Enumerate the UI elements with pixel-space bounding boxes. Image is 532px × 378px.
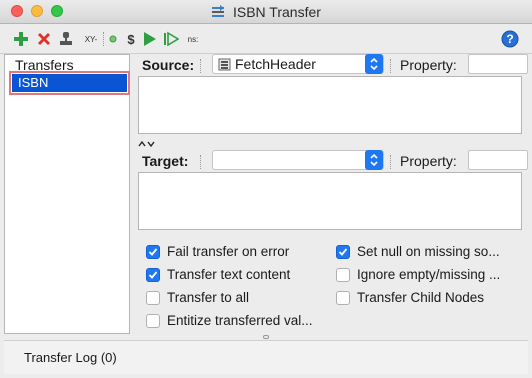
source-property-label: Property: [400,57,457,73]
option-label: Set null on missing so... [357,244,500,259]
source-path-editor[interactable] [138,76,522,134]
target-property-label: Property: [400,153,457,169]
separator [390,155,391,169]
toolbar: XY- $ ns: ? [0,24,532,54]
transfers-list[interactable]: ISBN [5,71,130,334]
resize-grip-icon[interactable] [263,335,269,339]
play-icon[interactable] [142,29,158,49]
run-option-icon[interactable] [108,29,118,49]
transfer-icon [212,5,225,17]
transfer-log-label: Transfer Log (0) [24,350,117,365]
datasource-icon [218,58,231,71]
transfer-detail-panel: Source: FetchHeader Property: Target: Pr… [132,54,528,334]
option-label: Entitize transferred val... [167,313,313,328]
checkbox-unchecked[interactable] [146,313,160,328]
separator [390,59,391,73]
transfers-header: Transfers [15,57,74,73]
window-title: ISBN Transfer [232,4,321,20]
checkbox-unchecked[interactable] [336,267,350,282]
option-transfer-child-nodes[interactable]: Transfer Child Nodes [336,290,484,305]
chevron-updown-icon[interactable] [365,54,383,74]
target-property-field[interactable] [468,150,528,170]
xy-icon[interactable]: XY- [80,29,102,49]
delete-icon[interactable] [35,29,53,49]
separator [200,155,201,169]
option-label: Fail transfer on error [167,244,290,259]
window-title-wrap: ISBN Transfer [0,4,532,20]
checkbox-unchecked[interactable] [336,290,350,305]
option-label: Ignore empty/missing ... [357,267,501,282]
source-label: Source: [142,57,195,73]
option-fail-transfer[interactable]: Fail transfer on error [146,244,289,259]
target-select[interactable] [212,150,384,170]
transfer-log-tab[interactable]: Transfer Log (0) [4,340,528,374]
title-bar: ISBN Transfer [0,0,532,24]
help-icon[interactable]: ? [500,29,520,49]
add-icon[interactable] [12,29,30,49]
option-transfer-all[interactable]: Transfer to all [146,290,249,305]
checkbox-checked[interactable] [146,267,160,282]
checkbox-unchecked[interactable] [146,290,160,305]
namespace-icon[interactable]: ns: [184,29,202,49]
option-label: Transfer Child Nodes [357,290,485,305]
checkbox-checked[interactable] [336,244,350,259]
splitter-toggle-icon[interactable] [138,140,156,150]
checkbox-checked[interactable] [146,244,160,259]
source-select[interactable]: FetchHeader [212,54,384,74]
option-set-null[interactable]: Set null on missing so... [336,244,500,259]
chevron-updown-icon[interactable] [365,150,383,170]
transfers-panel: Transfers ISBN [4,54,130,334]
transfer-window: ISBN Transfer XY- $ ns: ? Transfers ISBN… [0,0,532,378]
toolbar-separator [103,32,104,46]
target-label: Target: [142,153,189,169]
option-label: Transfer text content [167,267,291,282]
option-entitize[interactable]: Entitize transferred val... [146,313,313,328]
step-icon[interactable] [163,29,179,49]
option-label: Transfer to all [167,290,250,305]
target-path-editor[interactable] [138,172,522,230]
stamp-icon[interactable] [57,29,75,49]
option-ignore-empty[interactable]: Ignore empty/missing ... [336,267,500,282]
list-item[interactable]: ISBN [9,71,130,95]
svg-text:?: ? [506,32,513,46]
separator [200,59,201,73]
source-property-field[interactable] [468,54,528,74]
option-transfer-text[interactable]: Transfer text content [146,267,290,282]
property-expansion-icon[interactable]: $ [124,29,138,49]
